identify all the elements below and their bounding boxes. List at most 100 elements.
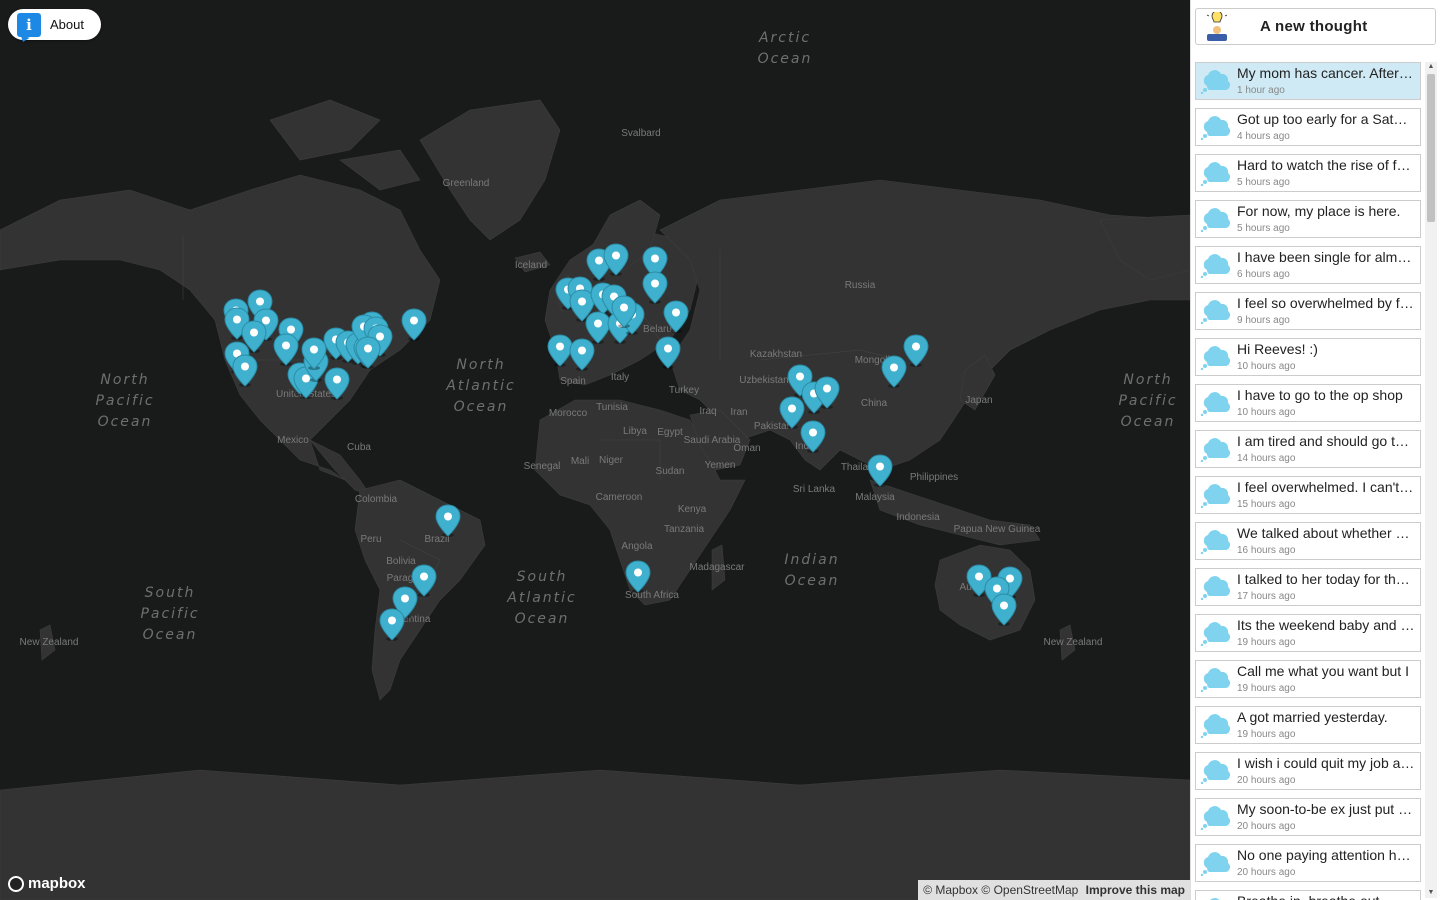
scroll-down-icon[interactable]: ▼ [1425,888,1437,898]
thought-list-item[interactable]: Got up too early for a Saturday 4 hours a… [1195,108,1421,146]
place-label: Italy [610,372,630,383]
thought-time: 14 hours ago [1237,453,1296,464]
place-label: Malaysia [855,492,895,503]
attribution-osm-link[interactable]: © OpenStreetMap [981,883,1078,897]
map-pin-icon[interactable] [814,376,840,410]
place-label: Oman [733,443,761,454]
thought-list-item[interactable]: I have been single for almost 6 hours ago [1195,246,1421,284]
thought-list-item[interactable]: No one paying attention here 20 hours ago [1195,844,1421,882]
thought-time: 19 hours ago [1237,637,1296,648]
ocean-label: North Pacific Ocean [1118,372,1178,430]
ocean-label: South Pacific Ocean [140,585,200,643]
thought-cloud-icon [1200,530,1230,554]
map-pin-icon[interactable] [655,336,681,370]
place-label: Greenland [442,178,490,189]
thought-list-item[interactable]: I have to go to the op shop 10 hours ago [1195,384,1421,422]
thought-text: I feel overwhelmed. I can't cope 15 hours… [1237,479,1415,511]
place-label: Philippines [909,472,959,483]
place-label: Cameroon [595,492,643,503]
thought-time: 1 hour ago [1237,85,1285,96]
attribution-mapbox-link[interactable]: © Mapbox [923,883,978,897]
thought-list-item[interactable]: I feel so overwhelmed by family 9 hours a… [1195,292,1421,330]
thought-title: My mom has cancer. After treatment [1237,65,1415,81]
thought-title: Got up too early for a Saturday [1237,111,1415,127]
map-pin-icon[interactable] [991,593,1017,627]
scrollbar-thumb[interactable] [1427,74,1435,222]
place-label: Turkey [668,385,700,396]
thought-list-item[interactable]: I feel overwhelmed. I can't cope 15 hours… [1195,476,1421,514]
mapbox-logo[interactable]: mapbox [8,875,86,892]
ocean-label: South Atlantic Ocean [507,569,577,627]
thought-list-item[interactable]: For now, my place is here. 5 hours ago [1195,200,1421,238]
map-pin-icon[interactable] [324,367,350,401]
place-label: Yemen [704,460,736,471]
mapbox-logo-text: mapbox [28,875,86,892]
map-pin-icon[interactable] [867,454,893,488]
map-pin-icon[interactable] [625,560,651,594]
thought-title: I talked to her today for the first [1237,571,1415,587]
thought-title: No one paying attention here [1237,847,1415,863]
scroll-up-icon[interactable]: ▲ [1425,62,1437,72]
thought-title: For now, my place is here. [1237,203,1401,219]
world-map[interactable]: Greenland Svalbard Iceland Russia Kazakhstan… [0,0,1190,900]
thought-list-item[interactable]: My soon-to-be ex just put our 20 hours ag… [1195,798,1421,836]
map-pin-icon[interactable] [800,420,826,454]
thought-cloud-icon [1200,70,1230,94]
thought-text: Hard to watch the rise of fascism 5 hours… [1237,157,1415,189]
thought-cloud-icon [1200,484,1230,508]
ocean-label: North Atlantic Ocean [446,357,516,415]
thought-list-item[interactable]: Its the weekend baby and I'm 19 hours ago [1195,614,1421,652]
thought-cloud-icon [1209,898,1220,900]
thought-text: Breathe in, breathe out21 hours ago [1237,893,1415,900]
about-button[interactable]: i About [8,9,101,40]
thought-list-item[interactable]: Breathe in, breathe out21 hours ago [1195,890,1421,900]
map-pin-icon[interactable] [435,504,461,538]
thought-text: My soon-to-be ex just put our 20 hours ag… [1237,801,1415,833]
thoughts-sidebar: A new thought My mom has cancer. After t… [1190,0,1440,900]
thought-text: I talked to her today for the first 17 ho… [1237,571,1415,603]
sidebar-scrollbar[interactable]: ▲ ▼ [1425,62,1437,898]
thought-list-item[interactable]: I am tired and should go to bed 14 hours … [1195,430,1421,468]
map-pin-icon[interactable] [379,608,405,642]
thought-time: 20 hours ago [1237,867,1296,878]
ocean-label: North Pacific Ocean [95,372,155,430]
place-label: Iran [730,407,748,418]
thought-list-item[interactable]: We talked about whether or not 16 hours a… [1195,522,1421,560]
place-label: Peru [360,534,382,545]
place-label: Papua New Guinea [953,524,1041,535]
map-pin-icon[interactable] [232,354,258,388]
thought-list-item[interactable]: I talked to her today for the first 17 ho… [1195,568,1421,606]
thought-list-item[interactable]: My mom has cancer. After treatment 1 hour… [1195,62,1421,100]
thought-cloud-icon [1200,346,1230,370]
new-thought-button[interactable]: A new thought [1195,8,1436,45]
thought-list-item[interactable]: Hi Reeves! :) 10 hours ago [1195,338,1421,376]
improve-map-link[interactable]: Improve this map [1086,883,1185,897]
lightbulb-person-icon [1206,11,1228,41]
thought-cloud-icon [1200,254,1230,278]
map-pin-icon[interactable] [355,336,381,370]
thought-cloud-icon [1200,392,1230,416]
place-label: Morocco [548,408,588,419]
thought-list-item[interactable]: I wish i could quit my job and 20 hours a… [1195,752,1421,790]
thought-title: Hard to watch the rise of fascism [1237,157,1415,173]
thought-list-item[interactable]: Hard to watch the rise of fascism 5 hours… [1195,154,1421,192]
place-label: Senegal [523,461,561,472]
thought-cloud-icon [1200,668,1230,692]
place-label: Egypt [657,427,683,438]
map-pin-icon[interactable] [611,295,637,329]
thought-text: My mom has cancer. After treatment 1 hour… [1237,65,1415,97]
thought-list-item[interactable]: A got married yesterday. 19 hours ago [1195,706,1421,744]
map-pin-icon[interactable] [903,334,929,368]
place-label: Indonesia [896,512,940,523]
place-label: Japan [965,395,993,406]
map-pin-icon[interactable] [401,308,427,342]
place-label: Tanzania [663,524,705,535]
thought-cloud-icon [1200,852,1230,876]
thought-time: 20 hours ago [1237,821,1296,832]
map-pin-icon[interactable] [603,243,629,277]
thought-list[interactable]: My mom has cancer. After treatment 1 hour… [1195,62,1421,900]
thought-list-item[interactable]: Call me what you want but I 19 hours ago [1195,660,1421,698]
thought-cloud-icon [1200,714,1230,738]
map-pin-icon[interactable] [663,300,689,334]
thought-time: 10 hours ago [1237,361,1296,372]
